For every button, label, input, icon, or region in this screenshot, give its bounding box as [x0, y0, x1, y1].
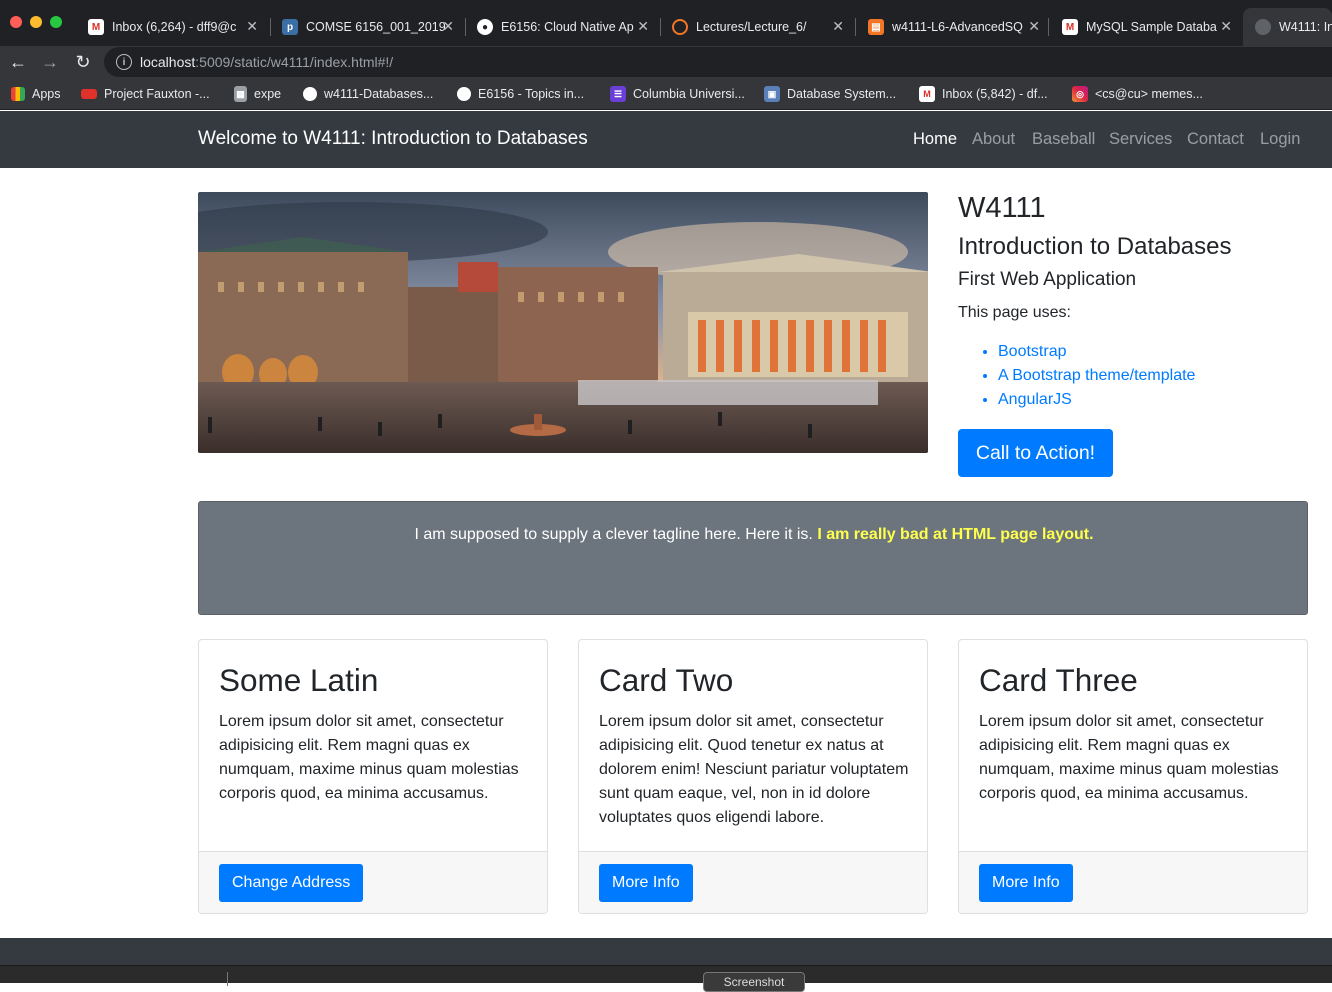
card-text: Lorem ipsum dolor sit amet, consectetur …: [219, 713, 519, 802]
card-text: Lorem ipsum dolor sit amet, consectetur …: [599, 713, 909, 826]
apps-grid-icon: [11, 87, 25, 101]
address-bar[interactable]: i localhost:5009/static/w4111/index.html…: [104, 47, 1332, 77]
close-tab-icon[interactable]: ✕: [1028, 18, 1040, 35]
m-icon: M: [1062, 19, 1078, 35]
globe-icon: [457, 87, 471, 101]
bookmark-item[interactable]: ▦ expe: [234, 85, 281, 103]
browser-toolbar: ← → ↻ i localhost:5009/static/w4111/inde…: [0, 46, 1332, 78]
screenshot-toolbar: Screenshot: [0, 965, 1332, 992]
bookmark-item[interactable]: ☰ Columbia Universi...: [610, 85, 745, 103]
nav-about[interactable]: About: [972, 130, 1015, 149]
card-some-latin: Some Latin Lorem ipsum dolor sit amet, c…: [198, 639, 548, 914]
back-arrow-icon[interactable]: ←: [6, 50, 30, 74]
card-text: Lorem ipsum dolor sit amet, consectetur …: [979, 713, 1279, 802]
globe-icon: [1255, 19, 1271, 35]
couch-icon: [81, 89, 97, 99]
bookmark-item[interactable]: E6156 - Topics in...: [457, 85, 584, 103]
hero-heading: W4111: [958, 192, 1046, 224]
browser-tab-active[interactable]: W4111: In: [1243, 8, 1332, 46]
site-footer: [0, 938, 1332, 965]
more-info-button[interactable]: More Info: [979, 864, 1073, 902]
gmail-icon: M: [919, 86, 935, 102]
bookmark-item[interactable]: M Inbox (5,842) - df...: [919, 85, 1048, 103]
browser-tab[interactable]: ▤ w4111-L6-AdvancedSQ ✕: [856, 8, 1050, 46]
instagram-icon: ◎: [1072, 86, 1088, 102]
jupyter-icon: [672, 19, 688, 35]
toolbar-divider: [227, 972, 228, 986]
bookmark-apps[interactable]: Apps: [11, 85, 61, 103]
card-title: Card Two: [599, 662, 734, 698]
building-icon: ▦: [234, 86, 247, 102]
card-three: Card Three Lorem ipsum dolor sit amet, c…: [958, 639, 1308, 914]
url-path: :5009/static/w4111/index.html#!/: [195, 54, 394, 70]
call-to-action-button[interactable]: Call to Action!: [958, 429, 1113, 477]
tagline-jumbotron: I am supposed to supply a clever tagline…: [198, 501, 1308, 615]
globe-icon: ●: [477, 19, 493, 35]
close-tab-icon[interactable]: ✕: [832, 18, 844, 35]
browser-tab[interactable]: ● E6156: Cloud Native Ap ✕: [465, 8, 659, 46]
nav-services[interactable]: Services: [1109, 130, 1172, 149]
close-window-button[interactable]: [10, 16, 22, 28]
close-tab-icon[interactable]: ✕: [1220, 18, 1232, 35]
browser-tab-bar: M Inbox (6,264) - dff9@c ✕ p COMSE 6156_…: [0, 0, 1332, 46]
browser-tab[interactable]: p COMSE 6156_001_2019 ✕: [270, 8, 464, 46]
hero-subheading: Introduction to Databases: [958, 233, 1232, 260]
link-bootstrap-theme[interactable]: A Bootstrap theme/template: [998, 367, 1195, 391]
browser-tab[interactable]: Lectures/Lecture_6/ ✕: [660, 8, 854, 46]
bookmarks-bar: Apps Project Fauxton -... ▦ expe w4111-D…: [0, 78, 1332, 110]
p-icon: p: [282, 19, 298, 35]
bookmark-item[interactable]: w4111-Databases...: [303, 85, 433, 103]
bookmark-item[interactable]: ◎ <cs@cu> memes...: [1072, 85, 1203, 103]
globe-icon: [303, 87, 317, 101]
nav-baseball[interactable]: Baseball: [1032, 130, 1095, 149]
book-icon: ▤: [868, 19, 884, 35]
close-tab-icon[interactable]: ✕: [246, 18, 258, 35]
maximize-window-button[interactable]: [50, 16, 62, 28]
card-footer: More Info: [579, 851, 927, 913]
nav-contact[interactable]: Contact: [1187, 130, 1244, 149]
browser-tab[interactable]: M MySQL Sample Databa ✕: [1050, 8, 1242, 46]
tagline-highlight: I am really bad at HTML page layout.: [817, 526, 1094, 543]
forward-arrow-icon[interactable]: →: [38, 50, 62, 74]
bookmark-item[interactable]: Project Fauxton -...: [81, 85, 210, 103]
screen-icon: ▣: [764, 86, 780, 102]
card-title: Some Latin: [219, 662, 379, 698]
more-info-button[interactable]: More Info: [599, 864, 693, 902]
uses-list: Bootstrap A Bootstrap theme/template Ang…: [998, 343, 1195, 415]
nav-home[interactable]: Home: [913, 130, 957, 149]
browser-tab[interactable]: M Inbox (6,264) - dff9@c ✕: [76, 8, 268, 46]
url-host: localhost: [140, 54, 196, 70]
link-bootstrap[interactable]: Bootstrap: [998, 343, 1195, 367]
list-icon: ☰: [610, 86, 626, 102]
card-footer: More Info: [959, 851, 1307, 913]
card-footer: Change Address: [199, 851, 547, 913]
info-icon[interactable]: i: [116, 54, 132, 70]
uses-text: This page uses:: [958, 304, 1071, 321]
site-navbar: Welcome to W4111: Introduction to Databa…: [0, 111, 1332, 168]
hero-subtitle: First Web Application: [958, 269, 1137, 290]
close-tab-icon[interactable]: ✕: [637, 18, 649, 35]
link-angularjs[interactable]: AngularJS: [998, 391, 1195, 415]
hero-campus-image: [198, 192, 928, 453]
navbar-brand[interactable]: Welcome to W4111: Introduction to Databa…: [198, 128, 588, 150]
gmail-icon: M: [88, 19, 104, 35]
bookmark-item[interactable]: ▣ Database System...: [764, 85, 896, 103]
card-two: Card Two Lorem ipsum dolor sit amet, con…: [578, 639, 928, 914]
screenshot-button[interactable]: Screenshot: [703, 972, 805, 992]
card-title: Card Three: [979, 662, 1138, 698]
minimize-window-button[interactable]: [30, 16, 42, 28]
close-tab-icon[interactable]: ✕: [442, 18, 454, 35]
reload-icon[interactable]: ↻: [71, 50, 95, 74]
nav-login[interactable]: Login: [1260, 130, 1300, 149]
tagline-text: I am supposed to supply a clever tagline…: [414, 526, 1094, 543]
change-address-button[interactable]: Change Address: [219, 864, 364, 902]
